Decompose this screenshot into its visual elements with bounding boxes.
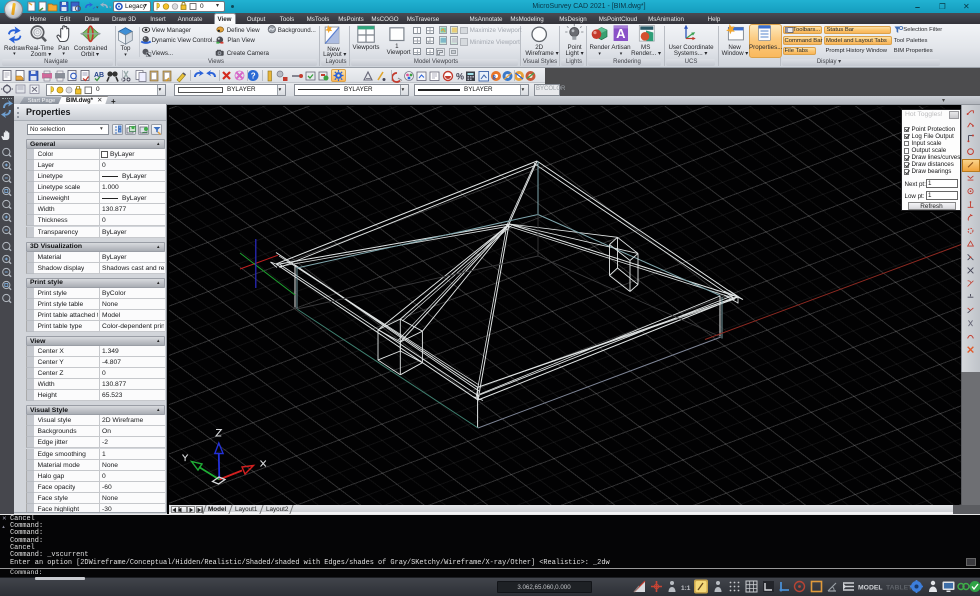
svg-text:MODEL: MODEL — [858, 585, 883, 592]
svg-text:TABLET: TABLET — [886, 585, 913, 592]
svg-text:1:1: 1:1 — [681, 585, 691, 592]
